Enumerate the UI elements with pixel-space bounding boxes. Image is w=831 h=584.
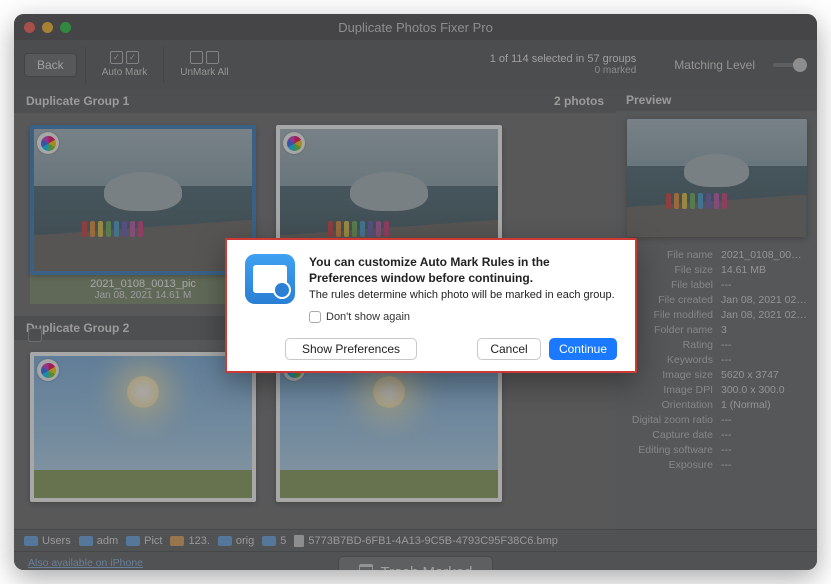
breadcrumb-item[interactable]: Users [24, 535, 71, 547]
metadata-row: File modifiedJan 08, 2021 02:09:... [626, 307, 807, 322]
dialog-title: You can customize Auto Mark Rules in the… [309, 254, 617, 286]
folder-icon [218, 536, 232, 546]
preview-image [627, 119, 807, 237]
photo-thumbnail[interactable] [276, 352, 502, 502]
folder-icon [170, 536, 184, 546]
breadcrumb-item[interactable]: 123. [170, 535, 209, 547]
metadata-row: File label--- [626, 277, 807, 292]
breadcrumb-item[interactable]: orig [218, 535, 254, 547]
breadcrumb: Users adm Pict 123. orig 5 5773B7BD-6FB1-4A13-… [14, 529, 817, 551]
dialog-message: The rules determine which photo will be … [309, 289, 617, 301]
photo-thumbnail[interactable]: 2021_0108_0013_pic Jan 08, 2021 14.61 M [30, 125, 256, 304]
metadata-row: Capture date--- [626, 427, 807, 442]
metadata-row: Keywords--- [626, 352, 807, 367]
titlebar: Duplicate Photos Fixer Pro [14, 14, 817, 40]
dialog-app-icon [245, 254, 295, 304]
show-preferences-button[interactable]: Show Preferences [285, 338, 417, 360]
matching-level: Matching Level [674, 58, 807, 72]
metadata-row: Orientation1 (Normal) [626, 397, 807, 412]
file-icon [294, 535, 304, 547]
matching-slider[interactable] [773, 63, 807, 67]
metadata-row: Folder name3 [626, 322, 807, 337]
back-button[interactable]: Back [24, 53, 77, 77]
mark-checkbox[interactable] [28, 328, 42, 342]
trash-icon [359, 564, 373, 570]
metadata-row: Image size5620 x 3747 [626, 367, 807, 382]
cancel-button[interactable]: Cancel [477, 338, 541, 360]
metadata-row: Editing software--- [626, 442, 807, 457]
preview-panel: Preview File name2021_0108_0013_pi...Fil… [616, 89, 817, 529]
gear-icon [273, 281, 291, 299]
photo-thumbnail[interactable] [30, 352, 256, 502]
dont-show-checkbox[interactable] [309, 311, 321, 323]
auto-mark-button[interactable]: ✓✓ Auto Mark [94, 49, 156, 80]
footer: Also available on iPhone Save space on i… [14, 551, 817, 570]
breadcrumb-item[interactable]: 5 [262, 535, 286, 547]
trash-marked-button[interactable]: Trash Marked [338, 556, 494, 571]
auto-mark-dialog: You can customize Auto Mark Rules in the… [225, 238, 637, 373]
photos-app-icon [37, 132, 59, 154]
breadcrumb-item[interactable]: 5773B7BD-6FB1-4A13-9C5B-4793C95F38C6.bmp [294, 535, 557, 547]
continue-button[interactable]: Continue [549, 338, 617, 360]
folder-icon [24, 536, 38, 546]
thumb-caption: 2021_0108_0013_pic [30, 278, 256, 290]
window-title: Duplicate Photos Fixer Pro [14, 20, 817, 35]
metadata-row: Digital zoom ratio--- [626, 412, 807, 427]
status-text: 1 of 114 selected in 57 groups 0 marked [490, 53, 637, 76]
auto-mark-label: Auto Mark [102, 67, 148, 78]
unmark-all-button[interactable]: UnMark All [172, 49, 236, 80]
breadcrumb-item[interactable]: Pict [126, 535, 162, 547]
folder-icon [262, 536, 276, 546]
group-header: Duplicate Group 1 2 photos [14, 89, 616, 113]
metadata-row: File createdJan 08, 2021 02:09:... [626, 292, 807, 307]
toolbar: Back ✓✓ Auto Mark UnMark All 1 of 114 se… [14, 40, 817, 89]
unmark-all-label: UnMark All [180, 67, 228, 78]
metadata-row: Image DPI300.0 x 300.0 [626, 382, 807, 397]
folder-icon [126, 536, 140, 546]
metadata-row: File size14.61 MB [626, 262, 807, 277]
metadata-row: File name2021_0108_0013_pi... [626, 247, 807, 262]
photos-app-icon [37, 359, 59, 381]
metadata-list: File name2021_0108_0013_pi...File size14… [626, 247, 807, 472]
metadata-row: Exposure--- [626, 457, 807, 472]
folder-icon [79, 536, 93, 546]
metadata-row: Rating--- [626, 337, 807, 352]
iphone-link[interactable]: Also available on iPhone [28, 557, 143, 569]
app-window: Duplicate Photos Fixer Pro Back ✓✓ Auto … [14, 14, 817, 570]
preview-header: Preview [616, 89, 817, 111]
dont-show-label: Don't show again [326, 311, 410, 323]
photos-app-icon [283, 132, 305, 154]
iphone-sub: Save space on iPhone [28, 569, 143, 570]
breadcrumb-item[interactable]: adm [79, 535, 118, 547]
